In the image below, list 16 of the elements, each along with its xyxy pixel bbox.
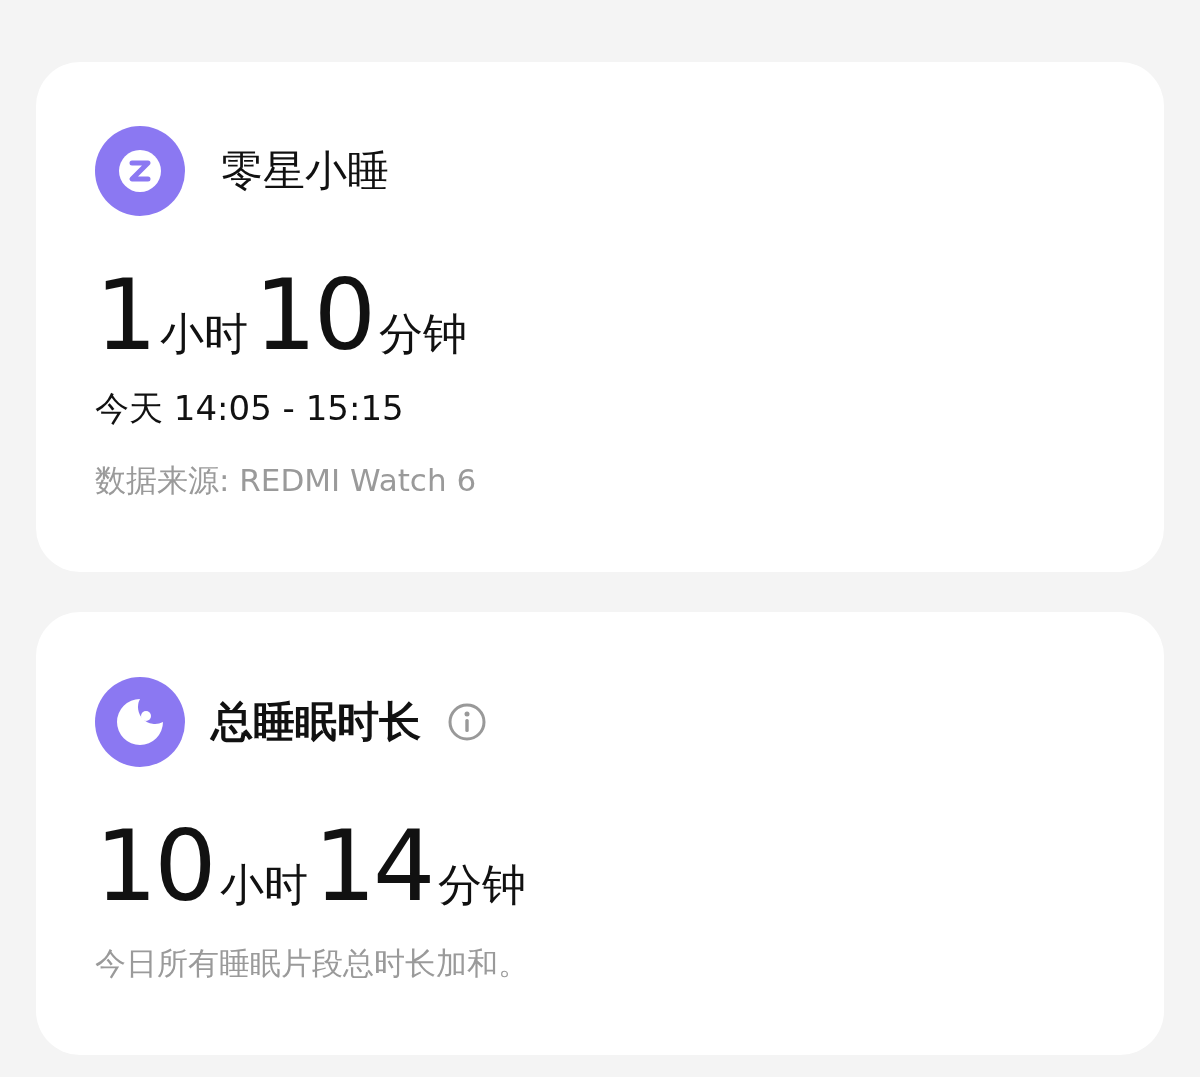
time-range: 今天 14:05 - 15:15 [95,387,405,430]
duration-unit: 分钟 [379,312,468,356]
card-title: 零星小睡 [221,145,389,197]
duration-unit: 小时 [219,863,308,907]
duration-unit: 小时 [160,312,249,356]
moon-icon [95,677,185,767]
duration-number: 14 [313,817,433,915]
duration-number: 10 [95,817,214,915]
card-title: 总睡眠时长 [211,696,421,748]
duration-number: 10 [254,266,374,364]
info-note: 今日所有睡眠片段总时长加和。 [95,944,530,983]
info-icon[interactable] [447,702,487,742]
duration-unit: 分钟 [438,863,527,907]
sleep-z-icon [95,126,185,216]
duration-number: 1 [95,266,155,364]
info-note: 数据来源: REDMI Watch 6 [95,461,478,500]
